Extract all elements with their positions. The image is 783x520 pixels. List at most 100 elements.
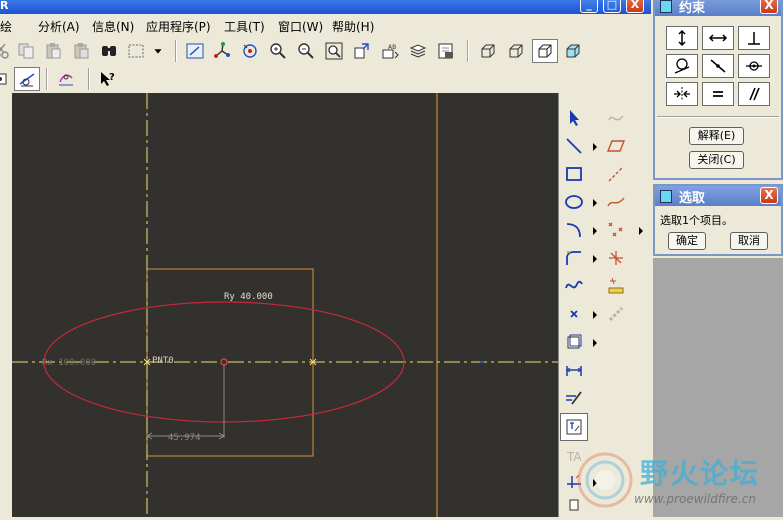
orient-icon[interactable] xyxy=(239,40,261,62)
shading-icon[interactable] xyxy=(562,40,584,62)
offset-dimension-label[interactable]: 45.974 xyxy=(168,433,201,443)
sketch-orient-icon[interactable] xyxy=(14,67,40,91)
perpendicular-icon[interactable] xyxy=(738,26,770,50)
zoom-in-icon[interactable] xyxy=(267,40,289,62)
minimize-button[interactable]: _ xyxy=(580,0,598,13)
constrain-tool-icon[interactable] xyxy=(560,413,588,441)
maximize-button[interactable]: □ xyxy=(603,0,621,13)
close-window-button[interactable]: X xyxy=(626,0,644,13)
select-arrow-icon[interactable] xyxy=(561,105,587,131)
arc-tool-flyout-arrow[interactable] xyxy=(593,227,597,235)
datum-plane-icon[interactable] xyxy=(0,68,12,90)
find-icon[interactable] xyxy=(98,40,120,62)
refit-icon[interactable] xyxy=(323,40,345,62)
equal-icon[interactable] xyxy=(702,82,734,106)
select-close-x-button[interactable]: X xyxy=(760,187,778,204)
use-edge-flyout-arrow[interactable] xyxy=(593,339,597,347)
coordinate-system-icon[interactable] xyxy=(603,245,629,271)
datum-points-icon[interactable] xyxy=(603,217,629,243)
mirror-tool-icon[interactable] xyxy=(561,493,587,517)
select-dialog-title-bar[interactable]: 选取 X xyxy=(655,186,781,206)
svg-text:TA: TA xyxy=(566,450,582,464)
ry-dimension-label[interactable]: Ry 40.000 xyxy=(224,292,273,302)
no-hidden-icon[interactable] xyxy=(532,39,558,63)
repaint-icon[interactable] xyxy=(184,40,206,62)
toolbar-secondary: ? xyxy=(0,65,651,93)
copy-icon[interactable] xyxy=(15,40,37,62)
dimension-ruler-icon[interactable] xyxy=(603,273,629,299)
chain-disabled-icon xyxy=(603,301,629,327)
select-box-icon[interactable] xyxy=(125,40,147,62)
menu-sketch[interactable]: 绘 xyxy=(0,18,12,35)
svg-text:?: ? xyxy=(109,72,115,83)
horizontal-icon[interactable] xyxy=(702,26,734,50)
saved-view-icon[interactable] xyxy=(435,40,457,62)
dimension-tool-icon[interactable] xyxy=(561,357,587,383)
spline-tool-icon[interactable] xyxy=(561,273,587,299)
arc-tool-icon[interactable] xyxy=(561,217,587,243)
menu-applications[interactable]: 应用程序(P) xyxy=(146,18,211,35)
menu-tools[interactable]: 工具(T) xyxy=(224,18,265,35)
explain-button[interactable]: 解释(E) xyxy=(689,127,744,145)
vertical-icon[interactable] xyxy=(666,26,698,50)
dashed-line-icon[interactable] xyxy=(603,161,629,187)
circle-tool-icon[interactable] xyxy=(561,189,587,215)
sketch-curve-disabled-icon xyxy=(603,105,629,131)
point-tool-icon[interactable] xyxy=(561,301,587,327)
hidden-line-icon[interactable] xyxy=(505,40,527,62)
select-dialog: 选取 X 选取1个项目。 确定 取消 xyxy=(653,184,783,256)
wireframe-icon[interactable] xyxy=(477,40,499,62)
midpoint-icon[interactable] xyxy=(702,54,734,78)
coincident-icon[interactable] xyxy=(738,54,770,78)
spline-datum-icon[interactable] xyxy=(603,189,629,215)
line-tool-flyout-arrow[interactable] xyxy=(593,143,597,151)
toolbar-separator xyxy=(46,68,48,90)
paste-special-icon[interactable] xyxy=(70,40,92,62)
datum-points-flyout-arrow[interactable] xyxy=(639,227,643,235)
trim-tool-icon[interactable] xyxy=(561,469,587,495)
point-tool-flyout-arrow[interactable] xyxy=(593,311,597,319)
select-message: 选取1个项目。 xyxy=(660,214,733,227)
cancel-button[interactable]: 取消 xyxy=(730,232,768,250)
spin-center-icon[interactable] xyxy=(211,40,233,62)
zoom-out-icon[interactable] xyxy=(295,40,317,62)
sketch-tool-palette: TA xyxy=(558,93,651,517)
rx-dimension-label[interactable]: Rx 100.000 xyxy=(42,358,96,368)
paste-icon[interactable] xyxy=(42,40,64,62)
tangent-icon[interactable] xyxy=(666,54,698,78)
dialog-area-background xyxy=(653,258,783,517)
menu-info[interactable]: 信息(N) xyxy=(92,18,134,35)
text-tool-disabled-icon: TA xyxy=(561,443,587,469)
menu-window[interactable]: 窗口(W) xyxy=(278,18,323,35)
cut-icon[interactable] xyxy=(0,40,12,62)
parallel-icon[interactable] xyxy=(738,82,770,106)
help-context-icon[interactable]: ? xyxy=(96,68,118,90)
modify-tool-icon[interactable] xyxy=(561,385,587,411)
circle-tool-flyout-arrow[interactable] xyxy=(593,199,597,207)
toolbar-separator xyxy=(175,40,177,62)
rectangle-tool-icon[interactable] xyxy=(561,161,587,187)
line-tool-icon[interactable] xyxy=(561,133,587,159)
dialog-icon xyxy=(660,190,672,203)
menu-analysis[interactable]: 分析(A) xyxy=(38,18,80,35)
menu-help[interactable]: 帮助(H) xyxy=(332,18,374,35)
trim-tool-flyout-arrow[interactable] xyxy=(593,479,597,487)
use-edge-icon[interactable] xyxy=(561,329,587,355)
ok-button[interactable]: 确定 xyxy=(668,232,706,250)
title-bar: R _ □ X xyxy=(0,0,651,14)
toolbar-main: AB xyxy=(0,37,651,65)
toolbar-separator xyxy=(467,40,469,62)
fillet-tool-flyout-arrow[interactable] xyxy=(593,255,597,263)
sketch-canvas[interactable]: Ry 40.000 Rx 100.000 PNT0 45.974 xyxy=(12,93,558,517)
symmetric-icon[interactable] xyxy=(666,82,698,106)
layers-icon[interactable] xyxy=(407,40,429,62)
dropdown-icon[interactable] xyxy=(150,40,166,62)
select-dialog-title: 选取 xyxy=(679,191,706,206)
dimension-display-icon[interactable]: AB xyxy=(379,40,401,62)
datum-display-icon[interactable] xyxy=(55,68,77,90)
toolbar-separator xyxy=(88,68,90,90)
fillet-tool-icon[interactable] xyxy=(561,245,587,271)
reorient-icon[interactable] xyxy=(351,40,373,62)
parallelogram-icon[interactable] xyxy=(603,133,629,159)
close-constraints-button[interactable]: 关闭(C) xyxy=(689,151,744,169)
